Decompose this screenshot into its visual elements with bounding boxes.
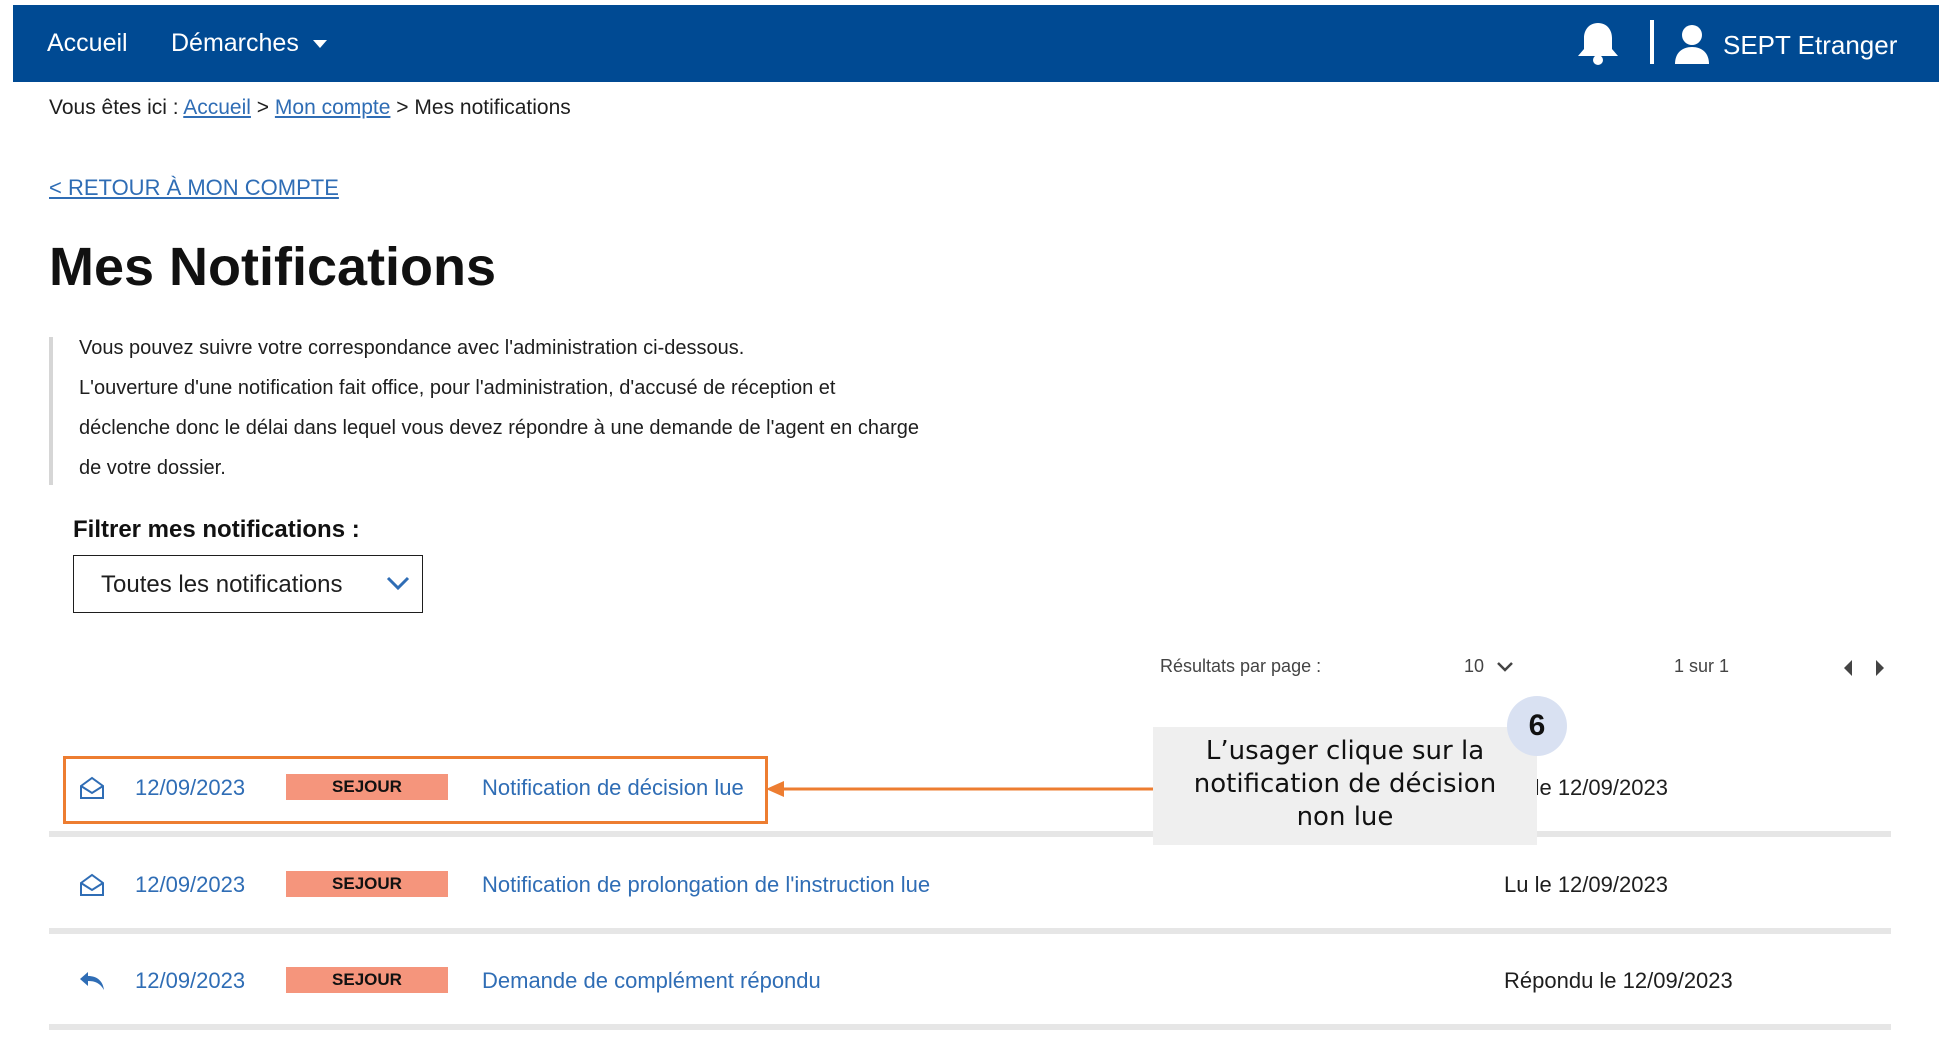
reply-icon <box>80 972 104 990</box>
callout-line: notification de décision <box>1193 769 1497 799</box>
callout-line: non lue <box>1296 802 1394 832</box>
page-title: Mes Notifications <box>49 237 497 297</box>
notification-status: Lu le 12/09/2023 <box>1504 872 1668 897</box>
header-separator <box>1650 20 1654 64</box>
filter-label: Filtrer mes notifications : <box>73 516 360 543</box>
row-divider <box>49 831 1891 837</box>
step-number-badge: 6 <box>1507 696 1567 756</box>
user-icon <box>1675 25 1709 64</box>
breadcrumb-separator: > <box>390 96 415 119</box>
intro-line: L'ouverture d'une notification fait offi… <box>79 377 836 399</box>
row-divider <box>49 1024 1891 1030</box>
chevron-down-icon <box>1497 661 1514 672</box>
nav-demarches-menu[interactable]: Démarches <box>171 5 327 82</box>
nav-demarches-label: Démarches <box>171 29 299 57</box>
notification-row[interactable]: 12/09/2023 SEJOUR Demande de complément … <box>49 938 1891 1030</box>
notification-category-badge: SEJOUR <box>286 967 448 993</box>
top-navigation-bar: Accueil Démarches SEPT Etranger <box>13 5 1939 82</box>
page: Accueil Démarches SEPT Etranger Vous ête… <box>0 0 1939 1041</box>
notification-category-badge: SEJOUR <box>286 871 448 897</box>
annotation-callout: L’usager clique sur la notification de d… <box>1153 727 1537 845</box>
caret-down-icon <box>312 40 327 49</box>
callout-line: L’usager clique sur la <box>1205 736 1485 766</box>
results-per-page-label: Résultats par page : <box>1160 656 1322 676</box>
results-per-page-select[interactable]: 10 <box>1464 656 1514 686</box>
intro-text-block: Vous pouvez suivre votre correspondance … <box>49 337 1053 485</box>
notification-title-link[interactable]: Notification de prolongation de l'instru… <box>482 872 930 898</box>
breadcrumb: Vous êtes ici : Accueil > Mon compte > M… <box>49 96 571 120</box>
breadcrumb-separator: > <box>250 96 275 119</box>
filter-selected-value: Toutes les notifications <box>101 571 343 598</box>
notification-date[interactable]: 12/09/2023 <box>135 968 245 994</box>
annotation-highlight-box <box>63 756 768 824</box>
breadcrumb-prefix: Vous êtes ici : <box>49 96 184 119</box>
breadcrumb-current: Mes notifications <box>414 96 571 119</box>
intro-line: déclenche donc le délai dans lequel vous… <box>79 417 919 439</box>
intro-line: de votre dossier. <box>79 457 226 479</box>
notification-status: Répondu le 12/09/2023 <box>1504 968 1733 993</box>
bell-icon[interactable] <box>1573 20 1623 66</box>
previous-page-icon[interactable] <box>1839 657 1857 679</box>
breadcrumb-account-link[interactable]: Mon compte <box>275 96 391 119</box>
nav-home-link[interactable]: Accueil <box>47 5 128 82</box>
annotation-arrow <box>766 781 1156 797</box>
breadcrumb-home-link[interactable]: Accueil <box>183 96 251 119</box>
notification-date[interactable]: 12/09/2023 <box>135 872 245 898</box>
notification-title-link[interactable]: Demande de complément répondu <box>482 968 821 994</box>
user-name: SEPT Etranger <box>1723 30 1898 60</box>
chevron-down-icon <box>386 576 410 591</box>
intro-line: Vous pouvez suivre votre correspondance … <box>79 337 745 359</box>
next-page-icon[interactable] <box>1871 657 1889 679</box>
notification-filter-select[interactable]: Toutes les notifications <box>73 555 423 613</box>
back-to-account-link[interactable]: < RETOUR À MON COMPTE <box>49 175 339 201</box>
page-indicator: 1 sur 1 <box>1674 656 1730 676</box>
row-divider <box>49 928 1891 934</box>
results-per-page-value: 10 <box>1464 656 1485 676</box>
notification-row[interactable]: 12/09/2023 SEJOUR Notification de prolon… <box>49 842 1891 934</box>
envelope-open-icon <box>80 873 104 896</box>
